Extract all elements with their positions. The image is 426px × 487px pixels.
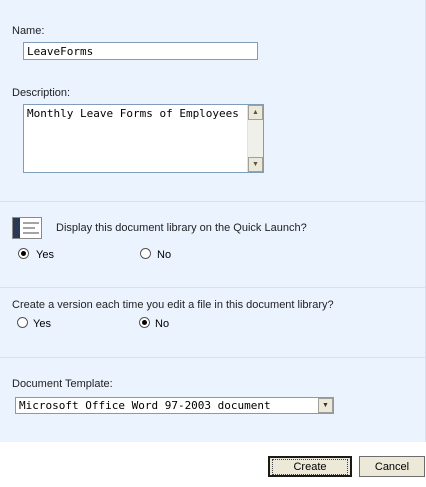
section-divider	[0, 357, 426, 358]
quick-launch-no-radio[interactable]	[140, 248, 151, 259]
section-divider	[0, 287, 426, 288]
description-textarea[interactable]: Monthly Leave Forms of Employees ▲ ▼	[23, 104, 264, 173]
template-selected-value: Microsoft Office Word 97-2003 document	[19, 399, 271, 412]
scroll-up-icon[interactable]: ▲	[248, 105, 263, 120]
versioning-no-radio[interactable]	[139, 317, 150, 328]
description-scrollbar[interactable]: ▲ ▼	[247, 105, 263, 172]
quick-launch-icon	[12, 217, 42, 239]
quick-launch-yes-label: Yes	[36, 249, 54, 261]
scroll-down-icon[interactable]: ▼	[248, 157, 263, 172]
name-label: Name:	[12, 25, 45, 37]
create-button[interactable]: Create	[268, 456, 352, 477]
quick-launch-yes-radio[interactable]	[18, 248, 29, 259]
form-panel	[0, 0, 426, 442]
chevron-down-icon[interactable]: ▼	[318, 398, 333, 413]
cancel-button[interactable]: Cancel	[359, 456, 425, 477]
template-select[interactable]: Microsoft Office Word 97-2003 document ▼	[15, 397, 334, 414]
name-input[interactable]: LeaveForms	[23, 42, 258, 60]
create-button-label: Create	[272, 458, 348, 475]
versioning-yes-label: Yes	[33, 318, 51, 330]
description-text: Monthly Leave Forms of Employees	[27, 107, 239, 120]
versioning-question: Create a version each time you edit a fi…	[12, 299, 334, 311]
quick-launch-question: Display this document library on the Qui…	[56, 222, 307, 234]
section-divider	[0, 201, 426, 202]
versioning-yes-radio[interactable]	[17, 317, 28, 328]
versioning-no-label: No	[155, 318, 170, 330]
template-label: Document Template:	[12, 378, 113, 390]
description-label: Description:	[12, 87, 71, 99]
quick-launch-no-label: No	[157, 249, 172, 261]
